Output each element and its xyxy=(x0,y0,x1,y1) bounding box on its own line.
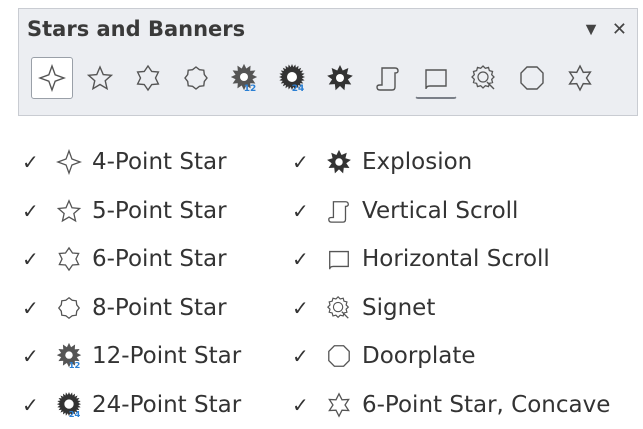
6-point-star-icon xyxy=(54,244,84,274)
menu-item-label: 24-Point Star xyxy=(92,392,241,418)
shapes-toolbar: 12 24 xyxy=(31,55,629,101)
toolbar-6-point-star-button[interactable] xyxy=(127,57,169,99)
svg-text:24: 24 xyxy=(69,409,81,418)
menu-item-label: Explosion xyxy=(362,149,472,175)
check-icon: ✓ xyxy=(22,247,46,271)
explosion-icon xyxy=(324,147,354,177)
horizontal-scroll-icon xyxy=(324,244,354,274)
24-point-star-icon: 24 xyxy=(54,390,84,420)
menu-item-label: 4-Point Star xyxy=(92,149,227,175)
check-icon: ✓ xyxy=(22,393,46,417)
check-icon: ✓ xyxy=(292,199,316,223)
menu-item-label: Vertical Scroll xyxy=(362,198,518,224)
stars-menu: ✓4-Point Star✓5-Point Star✓6-Point Star✓… xyxy=(0,128,643,424)
toolbar-signet-button[interactable] xyxy=(463,57,505,99)
horizontal-scroll-icon xyxy=(422,64,450,92)
menu-item-label: 12-Point Star xyxy=(92,343,241,369)
doorplate-icon xyxy=(324,341,354,371)
toolbar-12-point-star-button[interactable]: 12 xyxy=(223,57,265,99)
svg-text:12: 12 xyxy=(69,360,81,369)
check-icon: ✓ xyxy=(292,150,316,174)
8-point-star-icon xyxy=(54,293,84,323)
menu-item-horizontal-scroll[interactable]: ✓ Horizontal Scroll xyxy=(292,235,643,284)
menu-item-label: Doorplate xyxy=(362,343,476,369)
6-point-star-concave-icon xyxy=(324,390,354,420)
menu-item-8-point-star[interactable]: ✓ 8-Point Star xyxy=(22,284,294,333)
5-point-star-icon xyxy=(54,196,84,226)
toolbar-doorplate-button[interactable] xyxy=(511,57,553,99)
check-icon: ✓ xyxy=(22,199,46,223)
vertical-scroll-icon xyxy=(324,196,354,226)
check-icon: ✓ xyxy=(22,344,46,368)
toolbar-8-point-star-button[interactable] xyxy=(175,57,217,99)
24-point-star-icon: 24 xyxy=(278,64,306,92)
menu-item-12-point-star[interactable]: ✓ 12 12-Point Star xyxy=(22,332,294,381)
menu-item-6-point-star-concave[interactable]: ✓ 6-Point Star, Concave xyxy=(292,381,643,429)
dropdown-arrow-icon[interactable]: ▼ xyxy=(582,17,600,41)
check-icon: ✓ xyxy=(292,393,316,417)
signet-icon xyxy=(324,293,354,323)
doorplate-icon xyxy=(518,64,546,92)
check-icon: ✓ xyxy=(292,296,316,320)
toolbar-horizontal-scroll-button[interactable] xyxy=(415,57,457,99)
check-icon: ✓ xyxy=(292,247,316,271)
toolbar-24-point-star-button[interactable]: 24 xyxy=(271,57,313,99)
8-point-star-icon xyxy=(182,64,210,92)
12-point-star-icon: 12 xyxy=(230,64,258,92)
panel-controls: ▼ ✕ xyxy=(582,17,627,41)
explosion-icon xyxy=(326,64,354,92)
menu-item-explosion[interactable]: ✓ Explosion xyxy=(292,138,643,187)
menu-item-label: Signet xyxy=(362,295,435,321)
menu-item-5-point-star[interactable]: ✓ 5-Point Star xyxy=(22,187,294,236)
check-icon: ✓ xyxy=(22,296,46,320)
svg-text:12: 12 xyxy=(244,84,257,92)
menu-item-label: 6-Point Star xyxy=(92,246,227,272)
menu-item-24-point-star[interactable]: ✓ 24 24-Point Star xyxy=(22,381,294,429)
close-icon[interactable]: ✕ xyxy=(612,17,627,41)
toolbar-vertical-scroll-button[interactable] xyxy=(367,57,409,99)
4-point-star-icon xyxy=(54,147,84,177)
panel-title: Stars and Banners xyxy=(27,17,245,41)
toolbar-4-point-star-button[interactable] xyxy=(31,57,73,99)
menu-item-doorplate[interactable]: ✓ Doorplate xyxy=(292,332,643,381)
menu-column-right: ✓ Explosion✓Vertical Scroll✓Horizontal S… xyxy=(292,138,643,429)
menu-item-label: 6-Point Star, Concave xyxy=(362,392,610,418)
menu-item-signet[interactable]: ✓ Signet xyxy=(292,284,643,333)
4-point-star-icon xyxy=(38,64,66,92)
5-point-star-icon xyxy=(86,64,114,92)
vertical-scroll-icon xyxy=(374,64,402,92)
menu-item-4-point-star[interactable]: ✓ 4-Point Star xyxy=(22,138,294,187)
check-icon: ✓ xyxy=(292,344,316,368)
menu-item-label: 5-Point Star xyxy=(92,198,227,224)
stars-and-banners-panel: Stars and Banners ▼ ✕ 12 24 xyxy=(18,8,638,116)
12-point-star-icon: 12 xyxy=(54,341,84,371)
toolbar-5-point-star-button[interactable] xyxy=(79,57,121,99)
6-point-star-concave-icon xyxy=(566,64,594,92)
menu-column-left: ✓4-Point Star✓5-Point Star✓6-Point Star✓… xyxy=(22,138,294,429)
6-point-star-icon xyxy=(134,64,162,92)
toolbar-6-point-star-concave-button[interactable] xyxy=(559,57,601,99)
toolbar-explosion-button[interactable] xyxy=(319,57,361,99)
menu-item-label: Horizontal Scroll xyxy=(362,246,550,272)
menu-item-6-point-star[interactable]: ✓ 6-Point Star xyxy=(22,235,294,284)
svg-text:24: 24 xyxy=(292,84,305,92)
check-icon: ✓ xyxy=(22,150,46,174)
menu-item-label: 8-Point Star xyxy=(92,295,227,321)
menu-item-vertical-scroll[interactable]: ✓ Vertical Scroll xyxy=(292,187,643,236)
signet-icon xyxy=(470,64,498,92)
